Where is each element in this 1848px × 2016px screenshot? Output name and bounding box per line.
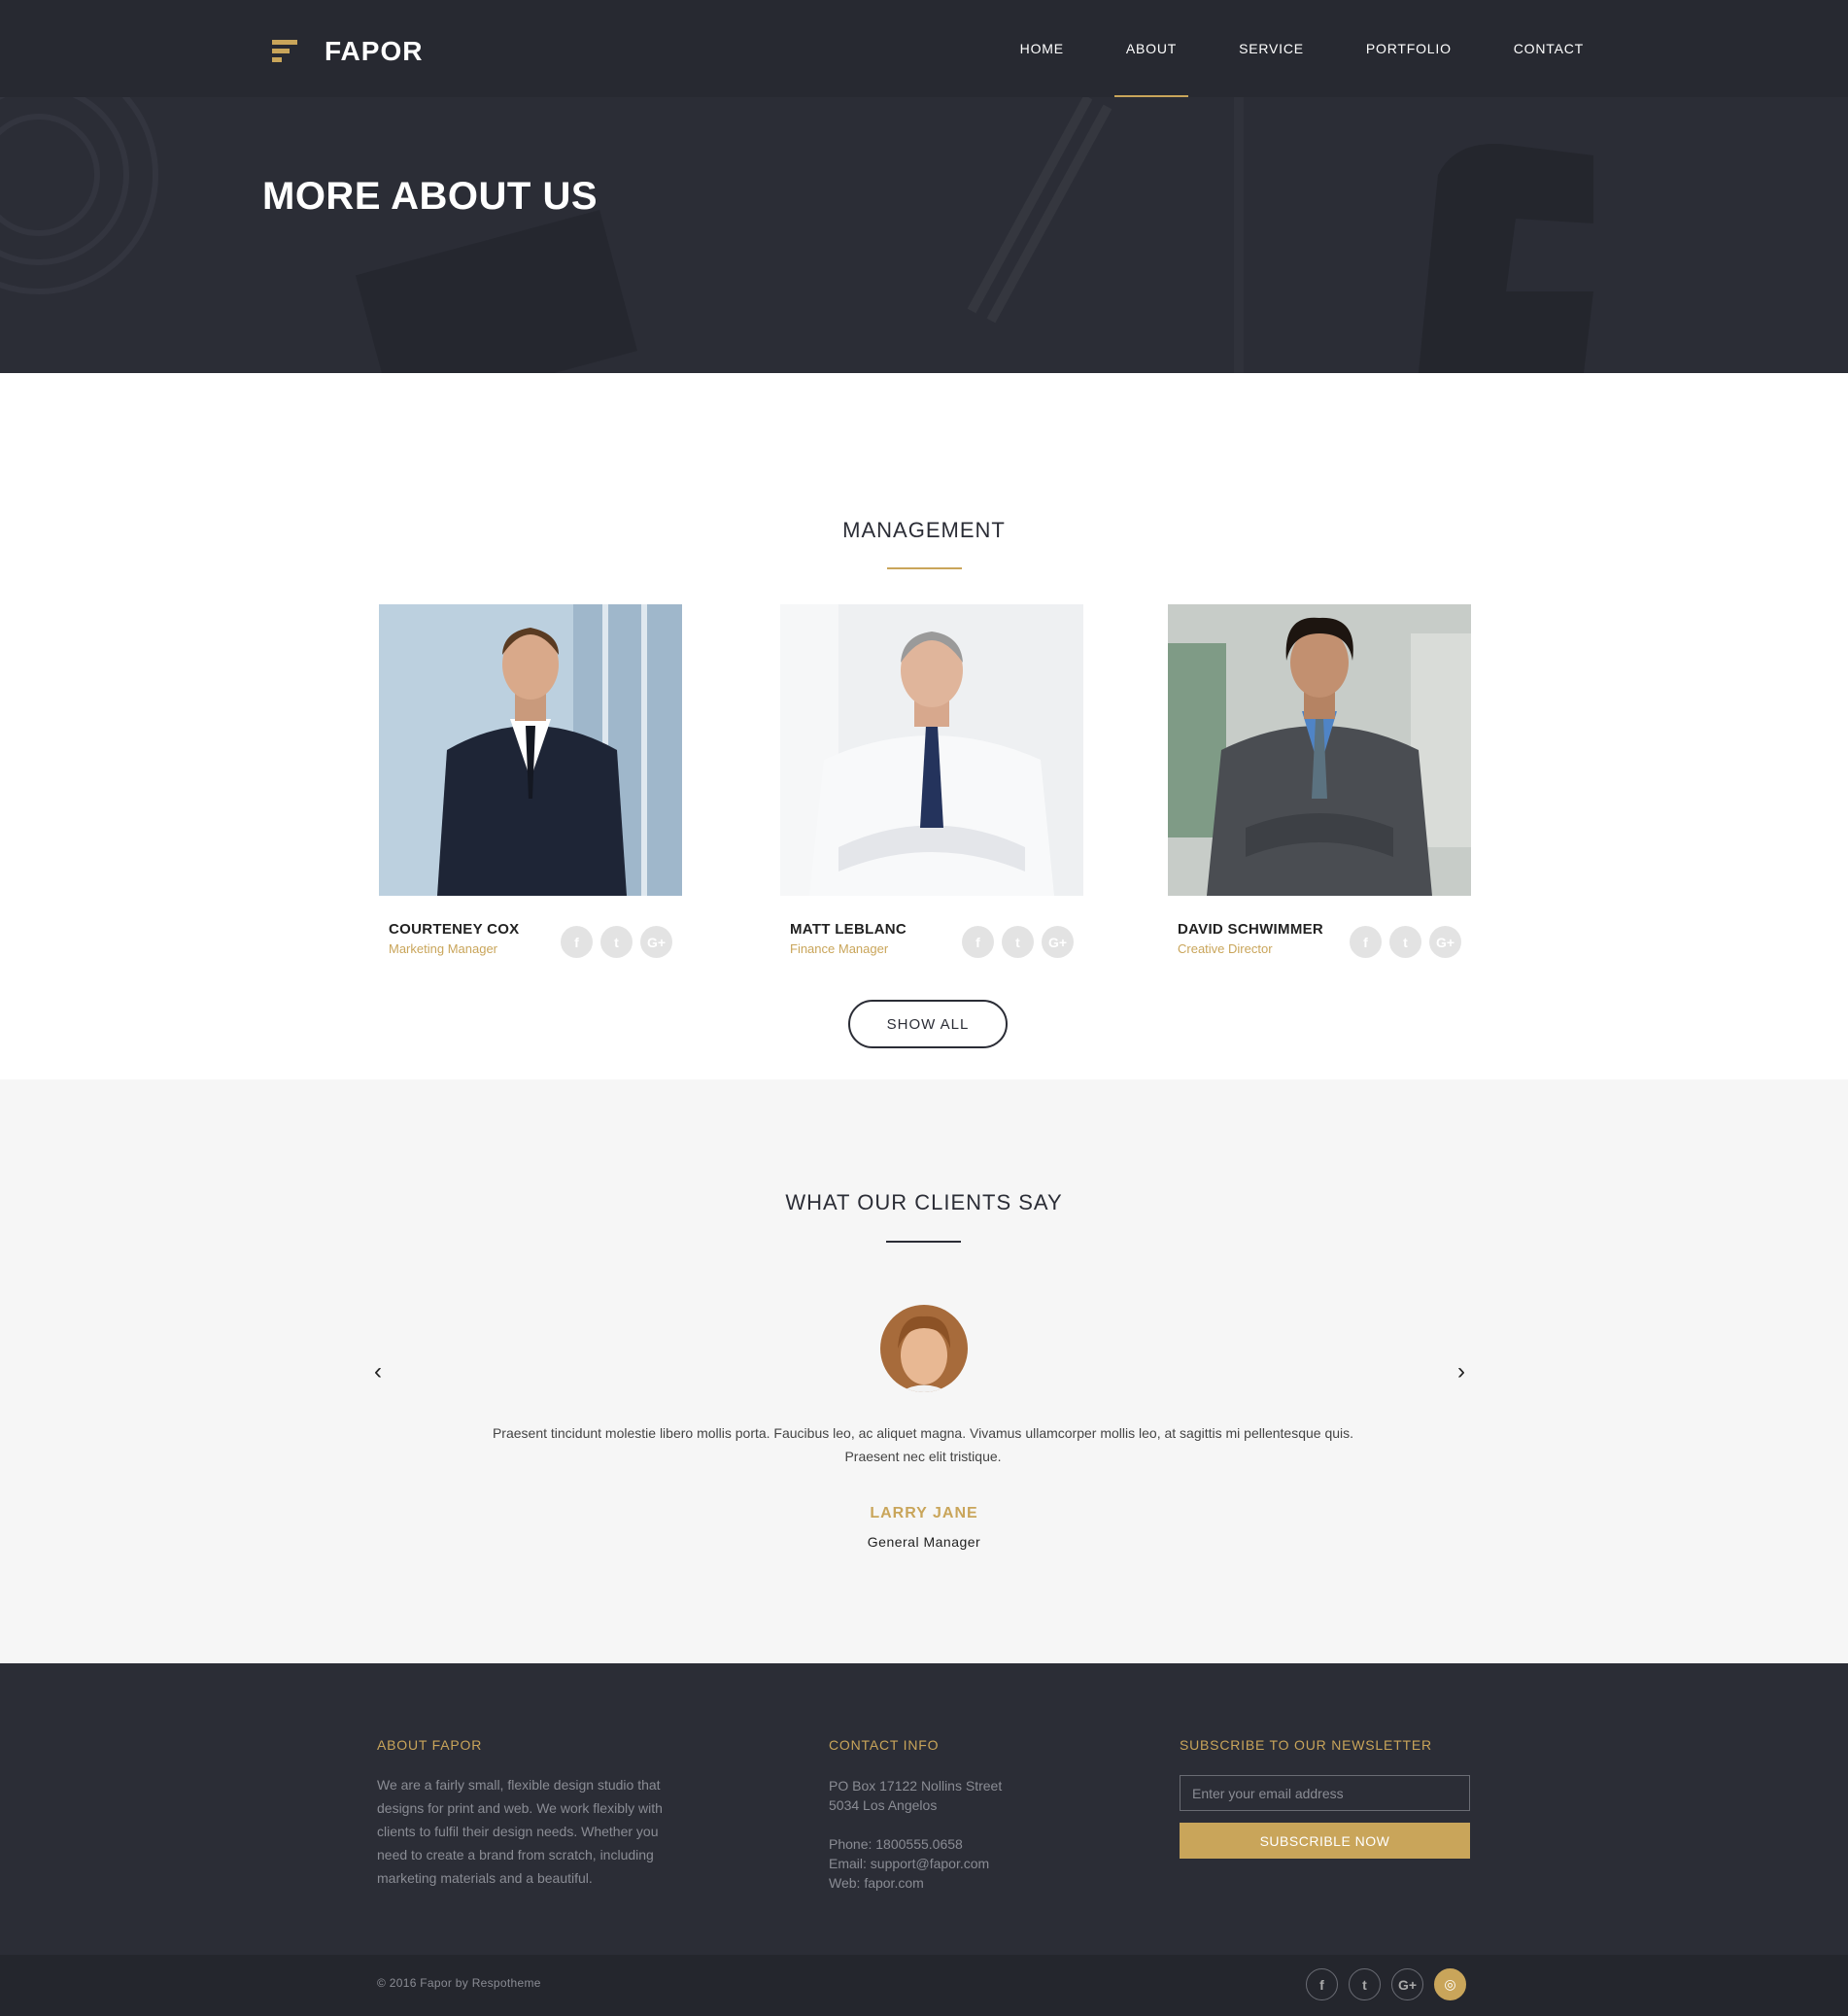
contact-phone: Phone: 1800555.0658 [829,1836,963,1852]
member-role: Marketing Manager [389,941,497,956]
google-plus-icon[interactable]: G+ [1391,1968,1423,2000]
client-name: LARRY JANE [870,1505,978,1521]
team-card: DAVID SCHWIMMER Creative Director f t G+ [1168,604,1471,958]
page-title: MORE ABOUT US [262,175,599,218]
testimonial-quote: Praesent tincidunt molestie libero molli… [492,1425,1354,1464]
twitter-icon[interactable]: t [1349,1968,1381,2000]
google-plus-icon[interactable]: G+ [1042,926,1074,958]
client-role: General Manager [867,1534,981,1550]
main-nav: HOME ABOUT SERVICE PORTFOLIO CONTACT [989,0,1615,97]
contact-email[interactable]: Email: support@fapor.com [829,1854,989,1873]
testimonial-prev-arrow[interactable]: ‹ [374,1358,382,1385]
twitter-icon[interactable]: t [1002,926,1034,958]
client-avatar [880,1305,968,1392]
team-photo [379,604,682,896]
facebook-icon[interactable]: f [1306,1968,1338,2000]
team-card: MATT LEBLANC Finance Manager f t G+ [780,604,1083,958]
nav-contact[interactable]: CONTACT [1483,0,1615,97]
testimonial-next-arrow[interactable]: › [1457,1358,1465,1385]
logo[interactable]: FAPOR [272,36,423,67]
facebook-icon[interactable]: f [1350,926,1382,958]
member-social-links: f t G+ [962,926,1074,958]
footer-contact-title: CONTACT INFO [829,1737,940,1753]
newsletter-email-input[interactable] [1180,1775,1470,1811]
member-role: Creative Director [1178,941,1273,956]
member-name: DAVID SCHWIMMER [1178,921,1324,938]
management-title-underline [887,567,962,569]
google-plus-icon[interactable]: G+ [640,926,672,958]
google-plus-icon[interactable]: G+ [1429,926,1461,958]
footer-newsletter-title: SUBSCRIBE TO OUR NEWSLETTER [1180,1737,1432,1753]
address-line-2: 5034 Los Angelos [829,1797,938,1813]
twitter-icon[interactable]: t [1389,926,1421,958]
facebook-icon[interactable]: f [962,926,994,958]
testimonials-title: WHAT OUR CLIENTS SAY [785,1190,1063,1214]
logo-text: FAPOR [325,36,424,66]
footer-about-text: We are a fairly small, flexible design s… [377,1777,663,1886]
subscribe-button[interactable]: SUBSCRIBLE NOW [1180,1823,1470,1859]
member-social-links: f t G+ [561,926,672,958]
copyright-text: © 2016 Fapor by Respotheme [377,1976,541,1990]
member-name: COURTENEY COX [389,921,520,938]
management-title: MANAGEMENT [842,518,1006,542]
top-navbar: FAPOR HOME ABOUT SERVICE PORTFOLIO CONTA… [0,0,1848,97]
footer-social-links: f t G+ ◎ [1306,1968,1466,2000]
address-line-1: PO Box 17122 Nollins Street [829,1778,1003,1794]
bottom-bar [0,1955,1848,2016]
dribbble-icon[interactable]: ◎ [1434,1968,1466,2000]
nav-home[interactable]: HOME [989,0,1095,97]
team-photo [780,604,1083,896]
hero-section: FAPOR HOME ABOUT SERVICE PORTFOLIO CONTA… [0,0,1848,373]
nav-about[interactable]: ABOUT [1095,0,1208,97]
team-photo [1168,604,1471,896]
logo-icon [272,40,297,63]
member-role: Finance Manager [790,941,889,956]
footer-address: PO Box 17122 Nollins Street 5034 Los Ang… [829,1776,1002,1815]
show-all-button[interactable]: SHOW ALL [848,1000,1008,1048]
footer-contact-details: Phone: 1800555.0658 Email: support@fapor… [829,1834,989,1893]
member-social-links: f t G+ [1350,926,1461,958]
twitter-icon[interactable]: t [600,926,633,958]
contact-web[interactable]: Web: fapor.com [829,1873,989,1893]
testimonials-title-underline [886,1241,961,1243]
team-card: COURTENEY COX Marketing Manager f t G+ [379,604,682,958]
nav-portfolio[interactable]: PORTFOLIO [1335,0,1483,97]
footer-about-title: ABOUT FAPOR [377,1737,483,1753]
facebook-icon[interactable]: f [561,926,593,958]
nav-service[interactable]: SERVICE [1208,0,1335,97]
member-name: MATT LEBLANC [790,921,907,938]
